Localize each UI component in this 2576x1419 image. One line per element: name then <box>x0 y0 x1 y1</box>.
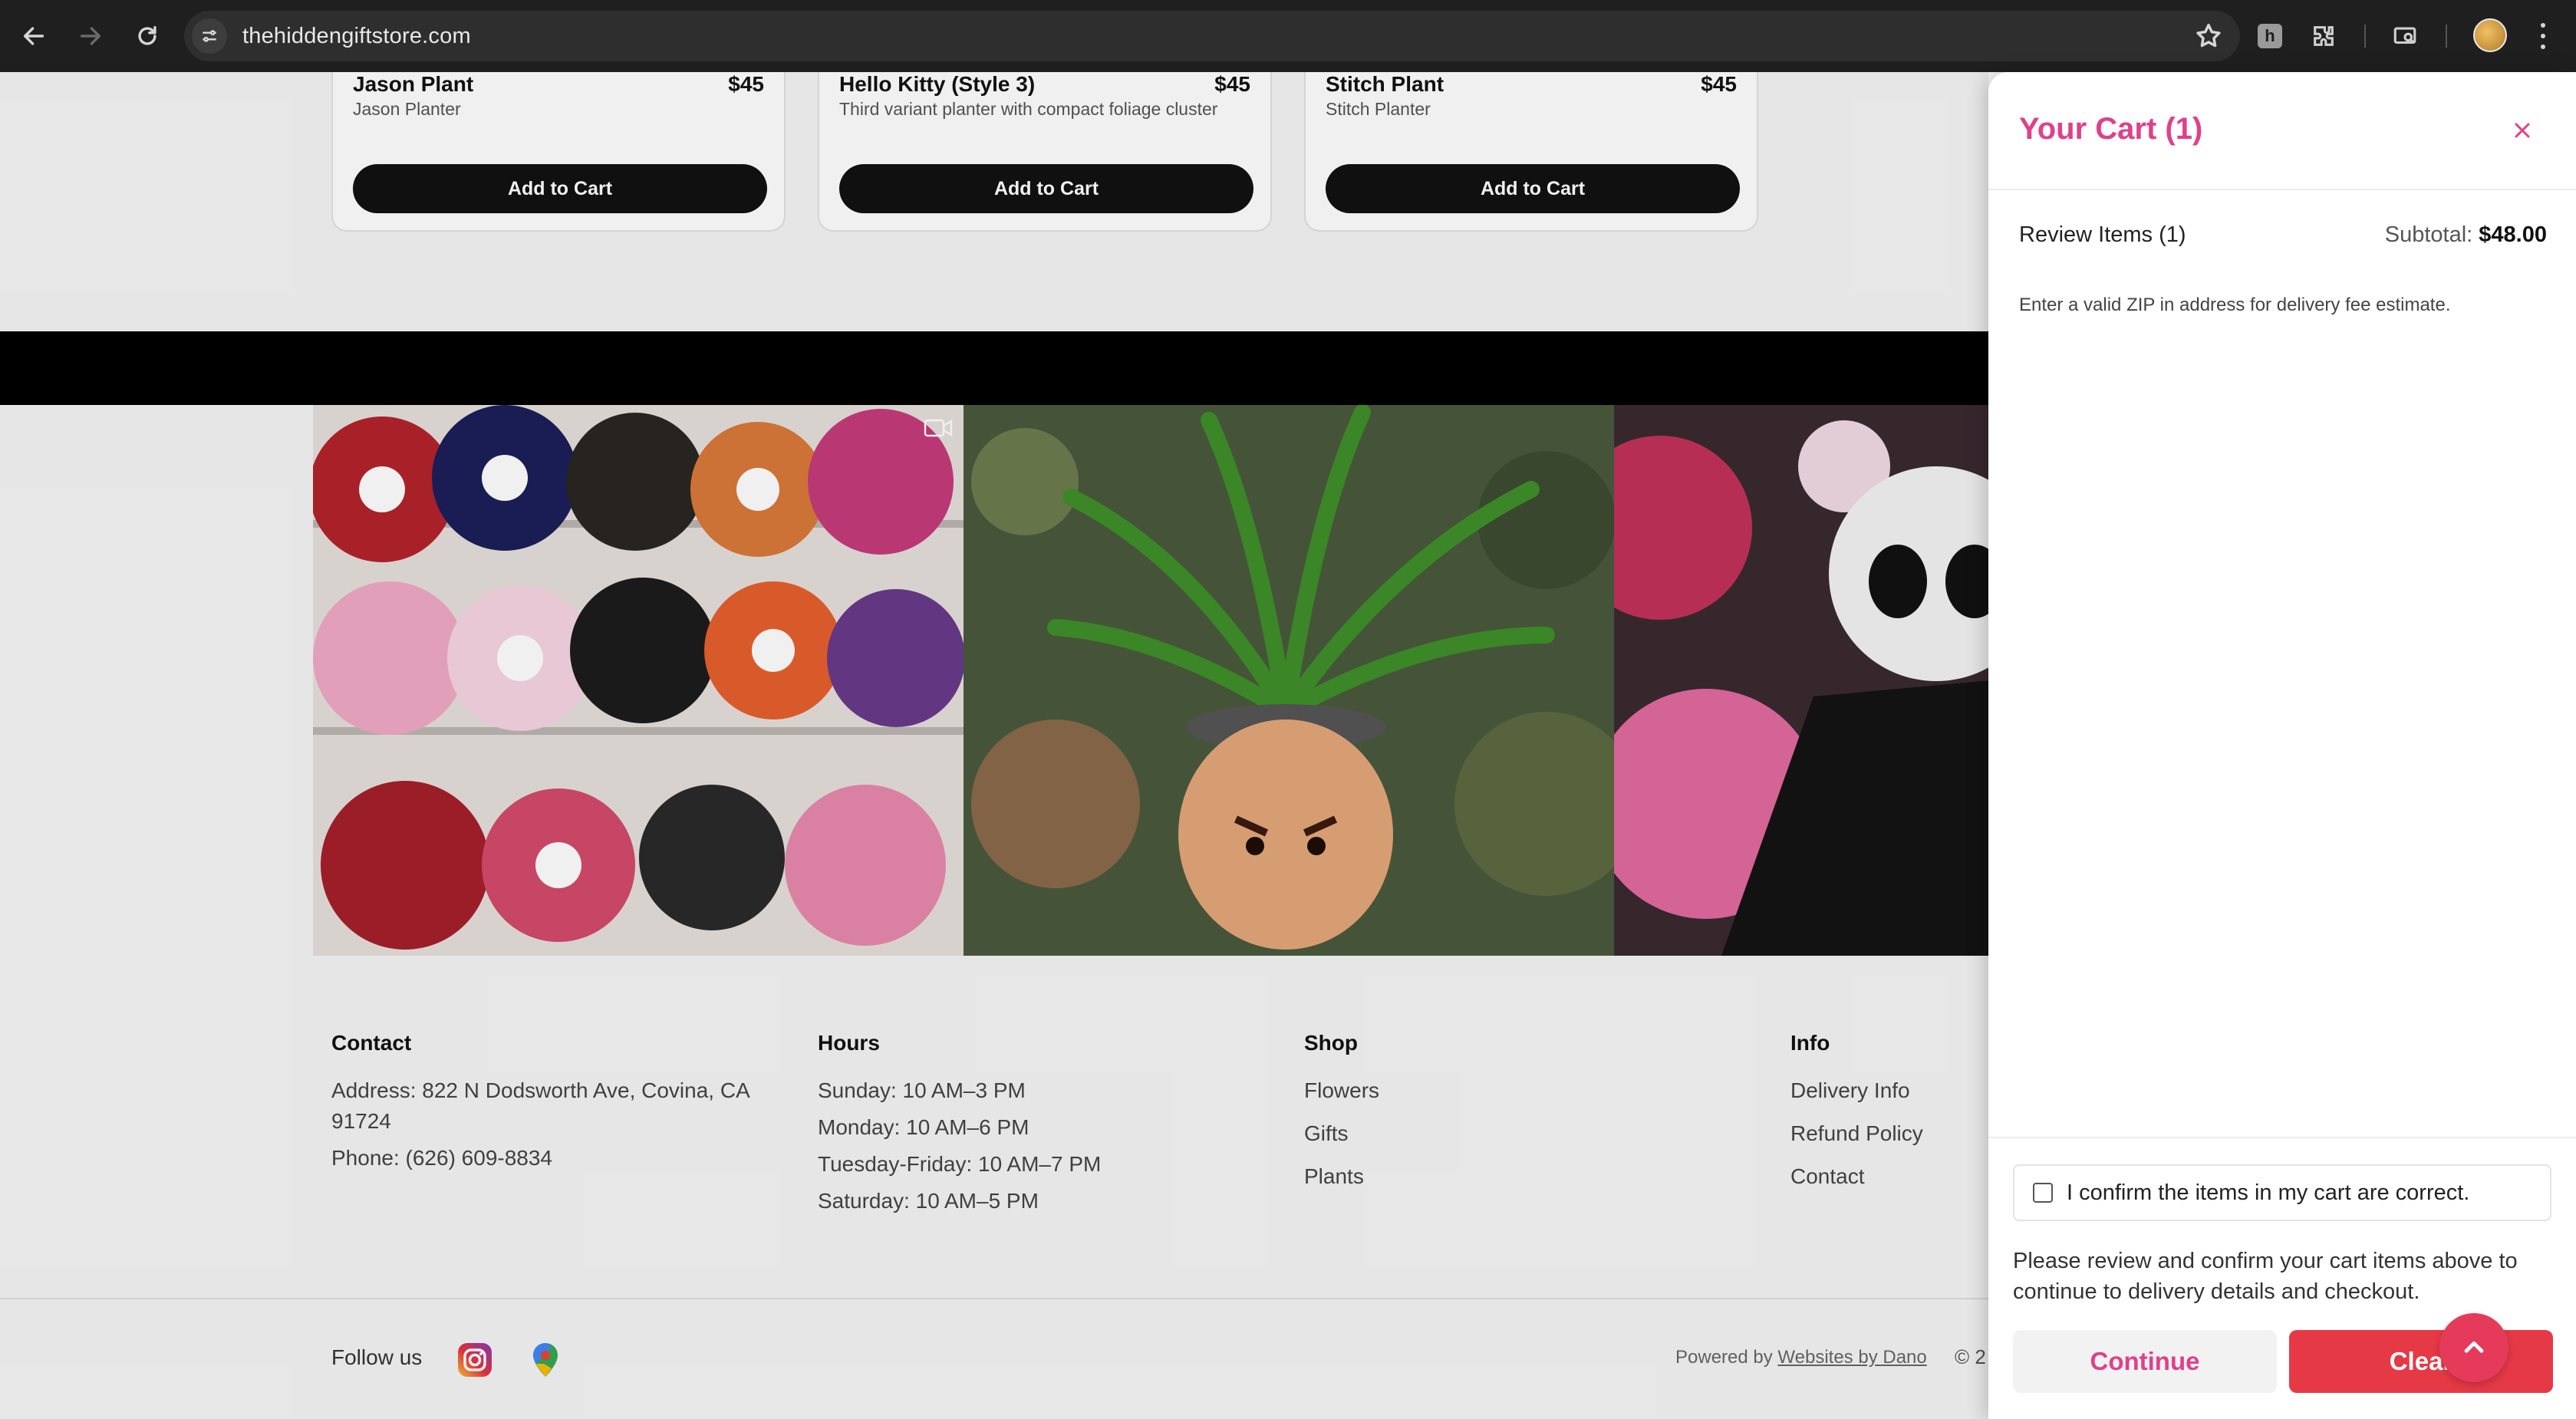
hours-line: Tuesday-Friday: 10 AM–7 PM <box>818 1152 1102 1176</box>
review-items-label: Review Items (1) <box>2019 222 2186 247</box>
reload-icon <box>138 25 156 45</box>
contact-address: Address: 822 N Dodsworth Ave, Covina, CA… <box>331 1078 749 1133</box>
zip-delivery-note: Enter a valid ZIP in address for deliver… <box>2019 295 2451 315</box>
extension-icon: h <box>2258 24 2282 48</box>
subtotal-label: Subtotal: <box>2384 222 2473 247</box>
bookmark-button[interactable] <box>2194 21 2223 51</box>
planter-photo-image <box>964 405 1614 956</box>
product-name: Stitch Plant <box>1326 72 1444 96</box>
instagram-icon <box>458 1343 492 1377</box>
product-name: Hello Kitty (Style 3) <box>839 72 1036 96</box>
chevron-up-icon <box>2464 1341 2484 1353</box>
add-to-cart-button[interactable]: Add to Cart <box>839 164 1253 213</box>
cart-footer-divider <box>1988 1137 2576 1138</box>
scroll-to-top-button[interactable] <box>2439 1313 2508 1382</box>
confirm-checkbox-label[interactable]: I confirm the items in my cart are corre… <box>2067 1180 2469 1206</box>
profile-avatar[interactable] <box>2473 18 2507 52</box>
footer-heading: Contact <box>331 1031 412 1055</box>
cart-header-divider <box>1988 189 2576 190</box>
close-icon <box>2515 123 2530 138</box>
product-price: $45 <box>1214 72 1250 96</box>
tab-search-button[interactable] <box>2386 17 2424 55</box>
dot-icon <box>2541 44 2545 49</box>
puzzle-icon <box>2314 26 2334 46</box>
hours-line: Saturday: 10 AM–5 PM <box>818 1189 1039 1213</box>
product-description: Third variant planter with compact folia… <box>839 99 1218 119</box>
extension-button[interactable]: h <box>2251 17 2289 55</box>
follow-us-label: Follow us <box>331 1345 423 1369</box>
shop-link-flowers[interactable]: Flowers <box>1304 1075 1611 1106</box>
map-pin-icon <box>533 1343 558 1377</box>
browser-menu-button[interactable] <box>2532 18 2555 54</box>
websites-by-dano-link[interactable]: Websites by Dano <box>1777 1347 1926 1368</box>
reload-button[interactable] <box>124 13 170 59</box>
star-icon <box>2196 24 2221 48</box>
footer-hours: Hours Sunday: 10 AM–3 PM Monday: 10 AM–6… <box>818 1031 1278 1223</box>
product-description: Jason Planter <box>353 99 461 119</box>
subtotal-value: $48.00 <box>2479 222 2547 247</box>
bouquet-photo-image <box>313 405 964 956</box>
forward-button[interactable] <box>68 13 114 59</box>
confirm-checkbox[interactable] <box>2033 1183 2053 1203</box>
footer-contact: Contact Address: 822 N Dodsworth Ave, Co… <box>331 1031 776 1180</box>
product-card: Jason Plant $45 Jason Planter Add to Car… <box>331 72 786 232</box>
toolbar-separator <box>2364 25 2366 48</box>
address-bar[interactable]: thehiddengiftstore.com <box>184 11 2240 61</box>
product-price: $45 <box>728 72 764 96</box>
instagram-link[interactable] <box>456 1341 494 1379</box>
google-maps-link[interactable] <box>526 1341 565 1379</box>
checkout-help-text: Please review and confirm your cart item… <box>2013 1249 2518 1304</box>
footer-heading: Hours <box>818 1031 880 1055</box>
product-card: Hello Kitty (Style 3) $45 Third variant … <box>818 72 1272 232</box>
dot-icon <box>2541 23 2545 28</box>
toolbar-separator <box>2446 25 2447 48</box>
tune-icon <box>203 30 216 42</box>
product-price: $45 <box>1701 72 1737 96</box>
cart-subtotal: Subtotal: $48.00 <box>2385 222 2547 248</box>
product-name: Jason Plant <box>353 72 474 96</box>
extensions-menu-button[interactable] <box>2304 17 2343 55</box>
browser-toolbar: thehiddengiftstore.com h <box>0 0 2576 72</box>
powered-by: Powered by Websites by Dano <box>1675 1347 1927 1368</box>
hours-line: Monday: 10 AM–6 PM <box>818 1115 1029 1139</box>
confirm-items-checkbox-row[interactable]: I confirm the items in my cart are corre… <box>2013 1164 2551 1221</box>
close-cart-button[interactable] <box>2508 117 2536 144</box>
powered-by-prefix: Powered by <box>1675 1347 1773 1368</box>
arrow-right-icon <box>80 27 101 45</box>
shop-link-plants[interactable]: Plants <box>1304 1161 1611 1192</box>
back-button[interactable] <box>11 13 57 59</box>
copyright-text: © 2 <box>1955 1345 1986 1368</box>
product-description: Stitch Planter <box>1326 99 1431 119</box>
arrow-left-icon <box>23 27 44 45</box>
screen-search-icon <box>2393 27 2416 44</box>
footer-shop: Shop Flowers Gifts Plants <box>1304 1031 1611 1204</box>
gallery-photo-plant[interactable] <box>964 405 1614 956</box>
continue-button[interactable]: Continue <box>2013 1330 2277 1393</box>
site-info-button[interactable] <box>192 18 227 54</box>
hours-line: Sunday: 10 AM–3 PM <box>818 1078 1026 1102</box>
add-to-cart-button[interactable]: Add to Cart <box>1326 164 1740 213</box>
cart-title: Your Cart (1) <box>2019 112 2203 146</box>
add-to-cart-button[interactable]: Add to Cart <box>353 164 767 213</box>
dot-icon <box>2541 34 2545 38</box>
product-card: Stitch Plant $45 Stitch Planter Add to C… <box>1304 72 1758 232</box>
cart-drawer: Your Cart (1) Review Items (1) Subtotal:… <box>1988 72 2576 1419</box>
footer-heading: Shop <box>1304 1031 1358 1055</box>
gallery-photo-bouquets[interactable] <box>313 405 964 956</box>
clear-cart-button[interactable]: Clear <box>2289 1330 2553 1393</box>
contact-phone: Phone: (626) 609-8834 <box>331 1146 552 1170</box>
shop-link-gifts[interactable]: Gifts <box>1304 1118 1611 1149</box>
url-text[interactable]: thehiddengiftstore.com <box>242 24 471 49</box>
video-badge-icon <box>924 417 954 439</box>
